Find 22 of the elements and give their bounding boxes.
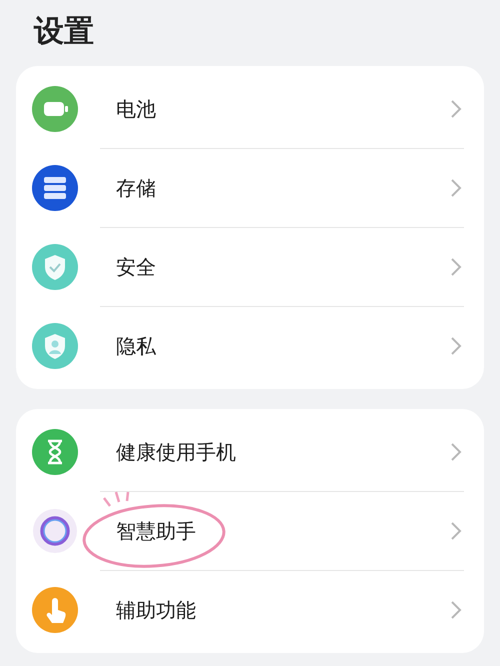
- chevron-icon: [450, 336, 462, 356]
- chevron-icon: [450, 178, 462, 198]
- shield-person-icon: [32, 323, 78, 369]
- settings-item[interactable]: 隐私: [116, 331, 450, 361]
- settings-item[interactable]: 辅助功能: [116, 595, 450, 625]
- chevron-icon: [450, 600, 462, 620]
- shield-check-icon: [32, 244, 78, 290]
- hourglass-icon: [32, 429, 78, 475]
- chevron-icon: [450, 99, 462, 119]
- chevron-icon: [450, 442, 462, 462]
- settings-item[interactable]: 存储: [116, 173, 450, 203]
- page-title: 设置: [32, 13, 95, 51]
- battery-icon: [32, 86, 78, 132]
- chevron-icon: [450, 521, 462, 541]
- settings-item[interactable]: 安全: [116, 252, 450, 282]
- storage-icon: [32, 165, 78, 211]
- chevron-icon: [450, 257, 462, 277]
- settings-item[interactable]: 电池: [116, 94, 450, 124]
- settings-item[interactable]: 健康使用手机: [116, 437, 450, 467]
- settings-item[interactable]: 智慧助手: [116, 516, 450, 546]
- hand-pointer-icon: [32, 587, 78, 633]
- ring-icon: [32, 508, 78, 554]
